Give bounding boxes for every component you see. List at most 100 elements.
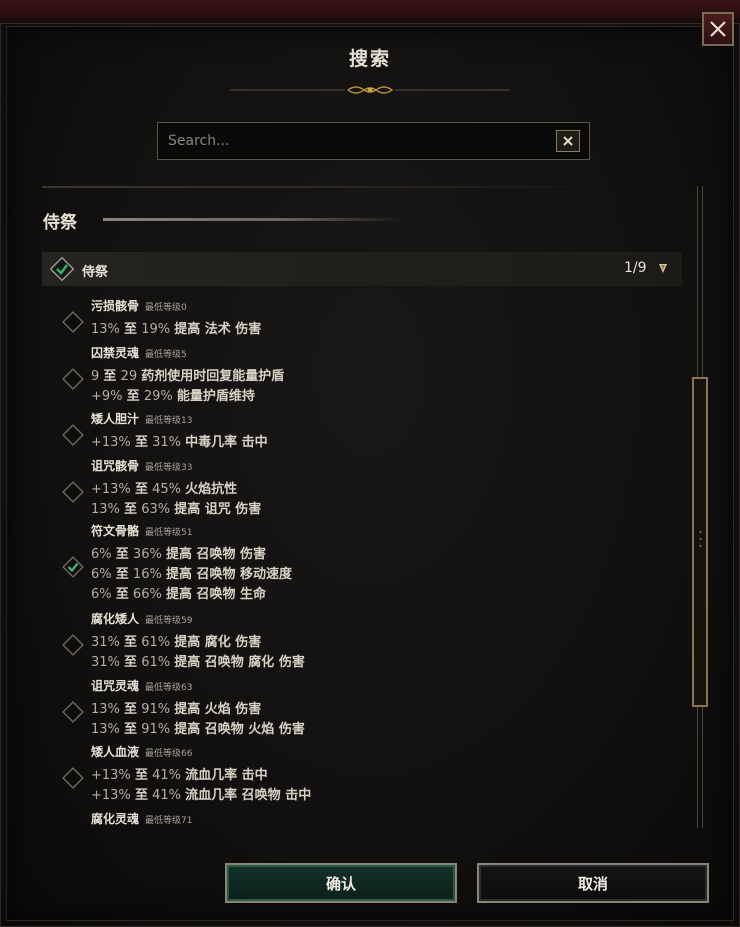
search-clear-button[interactable] bbox=[556, 130, 580, 152]
item-name: 诅咒骸骨 最低等级33 bbox=[91, 457, 192, 474]
chevron-down-icon[interactable] bbox=[657, 262, 669, 274]
modifier-rest: 提高 召唤物 火焰 伤害 bbox=[174, 722, 305, 737]
list-item[interactable]: 污损骸骨 最低等级0 13% 至 19% 提高 法术 伤害 bbox=[42, 297, 682, 337]
item-name: 腐化矮人 最低等级59 bbox=[91, 610, 192, 627]
list-item[interactable]: 矮人胆汁 最低等级13 +13% 至 31% 中毒几率 击中 bbox=[42, 410, 682, 450]
item-title: 囚禁灵魂 bbox=[91, 346, 140, 360]
checkbox-icon[interactable] bbox=[61, 423, 85, 447]
modifier-a: +13% bbox=[91, 788, 131, 803]
modifier-b: 61% bbox=[141, 635, 171, 650]
modifier-rest: 能量护盾维持 bbox=[176, 389, 255, 404]
item-level: 最低等级33 bbox=[145, 463, 193, 473]
modifier-a: 9 bbox=[91, 369, 100, 384]
modifier-mid: 至 bbox=[126, 389, 140, 404]
modifier-mid: 至 bbox=[134, 788, 148, 803]
modifier-rest: 提高 召唤物 移动速度 bbox=[165, 567, 293, 582]
checkbox-icon[interactable] bbox=[61, 700, 85, 724]
modifier-b: 16% bbox=[132, 567, 162, 582]
item-modifier: +13% 至 31% 中毒几率 击中 bbox=[91, 431, 268, 450]
cancel-button[interactable]: 取消 bbox=[477, 863, 709, 903]
list-item[interactable]: 矮人血液 最低等级66 +13% 至 41% 流血几率 击中 +13% 至 41% 流… bbox=[42, 743, 682, 803]
item-modifier: +13% 至 41% 流血几率 击中 bbox=[91, 764, 268, 783]
list-item[interactable]: 腐化灵魂 最低等级71 bbox=[42, 810, 682, 828]
modifier-rest: 提高 法术 伤害 bbox=[174, 322, 262, 337]
modifier-a: 13% bbox=[91, 502, 120, 517]
modifier-rest: 提高 腐化 伤害 bbox=[174, 635, 262, 650]
item-name: 污损骸骨 最低等级0 bbox=[91, 297, 187, 314]
item-title: 腐化矮人 bbox=[91, 612, 140, 626]
item-modifier: 6% 至 36% 提高 召唤物 伤害 bbox=[91, 543, 266, 562]
category-count: 1/9 bbox=[624, 260, 647, 276]
checkbox-icon[interactable] bbox=[61, 633, 85, 657]
modifier-rest: 流血几率 召唤物 击中 bbox=[185, 788, 312, 803]
list-item[interactable]: 诅咒灵魂 最低等级63 13% 至 91% 提高 火焰 伤害 13% 至 91% 提高… bbox=[42, 677, 682, 737]
scrollbar-thumb[interactable] bbox=[692, 377, 708, 707]
modifier-b: 41% bbox=[152, 768, 181, 783]
search-box bbox=[157, 122, 590, 160]
modifier-b: 31% bbox=[152, 435, 181, 450]
modifier-rest: 流血几率 击中 bbox=[185, 768, 268, 783]
close-button[interactable] bbox=[702, 12, 734, 46]
item-level: 最低等级71 bbox=[145, 816, 193, 826]
modifier-a: 31% bbox=[91, 655, 120, 670]
search-input[interactable] bbox=[168, 123, 548, 159]
modifier-a: +9% bbox=[91, 389, 123, 404]
item-name: 囚禁灵魂 最低等级5 bbox=[91, 344, 187, 361]
item-modifier: +13% 至 45% 火焰抗性 bbox=[91, 478, 237, 497]
item-name: 矮人血液 最低等级66 bbox=[91, 743, 192, 760]
checkbox-checked-icon[interactable] bbox=[50, 257, 74, 281]
modifier-mid: 至 bbox=[134, 482, 148, 497]
modifier-a: 13% bbox=[91, 722, 120, 737]
modifier-mid: 至 bbox=[124, 502, 138, 517]
modifier-a: 6% bbox=[91, 547, 112, 562]
category-header[interactable]: 侍祭 1/9 bbox=[42, 252, 682, 286]
list-item[interactable]: 诅咒骸骨 最低等级33 +13% 至 45% 火焰抗性 13% 至 63% 提高 诅咒… bbox=[42, 457, 682, 517]
item-list: 污损骸骨 最低等级0 13% 至 19% 提高 法术 伤害 囚禁灵魂 最低等级5 9 至 … bbox=[42, 292, 682, 828]
modifier-b: 41% bbox=[152, 788, 181, 803]
item-title: 诅咒灵魂 bbox=[91, 679, 140, 693]
dialog-title: 搜索 bbox=[348, 48, 391, 70]
modifier-mid: 至 bbox=[134, 435, 148, 450]
item-modifier: 13% 至 91% 提高 召唤物 火焰 伤害 bbox=[91, 718, 305, 737]
section-underline bbox=[103, 218, 403, 221]
checkbox-icon[interactable] bbox=[61, 766, 85, 790]
modifier-mid: 至 bbox=[103, 369, 117, 384]
item-modifier: +13% 至 41% 流血几率 召唤物 击中 bbox=[91, 784, 311, 803]
confirm-button[interactable]: 确认 bbox=[225, 863, 457, 903]
item-level: 最低等级13 bbox=[145, 416, 193, 426]
modifier-mid: 至 bbox=[124, 655, 138, 670]
modifier-b: 66% bbox=[132, 587, 162, 602]
item-level: 最低等级5 bbox=[145, 350, 187, 360]
modifier-b: 91% bbox=[141, 722, 171, 737]
item-modifier: 6% 至 66% 提高 召唤物 生命 bbox=[91, 583, 266, 602]
modifier-mid: 至 bbox=[124, 722, 138, 737]
checkbox-icon[interactable] bbox=[61, 367, 85, 391]
modifier-b: 29 bbox=[120, 369, 138, 384]
item-name: 诅咒灵魂 最低等级63 bbox=[91, 677, 192, 694]
item-modifier: 13% 至 91% 提高 火焰 伤害 bbox=[91, 698, 261, 717]
list-item[interactable]: 符文骨骼 最低等级51 6% 至 36% 提高 召唤物 伤害 6% 至 16% 提高 … bbox=[42, 522, 682, 602]
list-item[interactable]: 腐化矮人 最低等级59 31% 至 61% 提高 腐化 伤害 31% 至 61% 提高… bbox=[42, 610, 682, 670]
modifier-a: +13% bbox=[91, 435, 131, 450]
item-modifier: 31% 至 61% 提高 召唤物 腐化 伤害 bbox=[91, 651, 305, 670]
modifier-mid: 至 bbox=[124, 322, 138, 337]
clear-icon bbox=[563, 136, 573, 146]
modifier-b: 45% bbox=[152, 482, 181, 497]
modifier-rest: 中毒几率 击中 bbox=[185, 435, 268, 450]
checkbox-checked-icon[interactable] bbox=[61, 555, 85, 579]
checkbox-icon[interactable] bbox=[61, 480, 85, 504]
modifier-mid: 至 bbox=[115, 567, 129, 582]
item-modifier: 6% 至 16% 提高 召唤物 移动速度 bbox=[91, 563, 292, 582]
modifier-a: 6% bbox=[91, 567, 112, 582]
modifier-rest: 火焰抗性 bbox=[185, 482, 238, 497]
grip-icon bbox=[699, 531, 702, 547]
title-ornament-icon bbox=[230, 86, 510, 94]
item-title: 矮人胆汁 bbox=[91, 412, 140, 426]
divider bbox=[42, 186, 602, 188]
checkbox-icon[interactable] bbox=[61, 310, 85, 334]
modifier-mid: 至 bbox=[115, 547, 129, 562]
item-title: 污损骸骨 bbox=[91, 299, 140, 313]
list-item[interactable]: 囚禁灵魂 最低等级5 9 至 29 药剂使用时回复能量护盾 +9% 至 29% 能量护… bbox=[42, 344, 682, 404]
item-title: 腐化灵魂 bbox=[91, 812, 140, 826]
item-title: 矮人血液 bbox=[91, 745, 140, 759]
